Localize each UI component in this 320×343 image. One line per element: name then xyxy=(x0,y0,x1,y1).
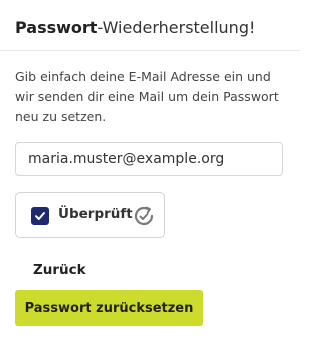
captcha-checkbox[interactable] xyxy=(31,207,49,225)
email-field[interactable] xyxy=(15,142,283,176)
captcha-widget[interactable]: Überprüft xyxy=(15,192,165,238)
back-button[interactable]: Zurück xyxy=(15,254,101,286)
captcha-label: Überprüft xyxy=(58,206,133,222)
header-divider xyxy=(0,50,300,51)
description-text: Gib einfach deine E-Mail Adresse ein und… xyxy=(15,69,279,124)
page-title: Passwort-Wiederherstellung! xyxy=(15,17,255,39)
reset-password-button[interactable]: Passwort zurücksetzen xyxy=(15,290,203,326)
title-strong: Passwort xyxy=(15,18,98,37)
checkmark-icon xyxy=(35,212,45,220)
title-light: -Wiederherstellung! xyxy=(97,18,256,37)
captcha-logo-icon xyxy=(134,206,154,226)
password-recovery-card: Passwort-Wiederherstellung! Gib einfach … xyxy=(0,0,300,343)
